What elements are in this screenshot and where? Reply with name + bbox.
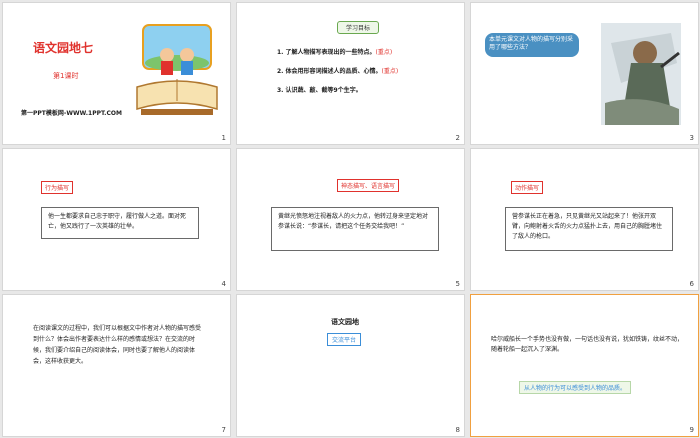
section-heading: 语文园地 [331, 318, 359, 326]
slide-sorter-grid: 语文园地七 第1课时 第一PPT模板网-WWW.1PPT.COM 1 学习目标 … [0, 0, 700, 438]
method-tag: 神态描写、语言描写 [337, 179, 400, 192]
method-tag: 动作描写 [511, 181, 544, 194]
slide-number: 9 [689, 426, 694, 434]
topic-pill: 交流平台 [327, 333, 362, 346]
question-bubble: 本单元课文对人物的描写分别采用了哪些方法？ [485, 33, 579, 57]
slide-thumbnail-4[interactable]: 行为描写 他一生都要求自己忠于职守，履行做人之道。面对死亡，他又践行了一次英雄的… [2, 148, 231, 291]
slide-thumbnail-6[interactable]: 动作描写 营参谋长正在着急，只见黄继光又站起来了！他张开双臂，向鲍射着火舌的火力… [470, 148, 699, 291]
slide-number: 3 [689, 134, 694, 142]
slide-thumbnail-8[interactable]: 语文园地 交流平台 8 [236, 294, 465, 437]
children-reading-book-illustration [136, 24, 218, 115]
slide-number: 5 [455, 280, 460, 288]
slide-number: 2 [455, 134, 460, 142]
slide-thumbnail-3[interactable]: 本单元课文对人物的描写分别采用了哪些方法？ 3 [470, 2, 699, 145]
slide-thumbnail-2[interactable]: 学习目标 1. 了解人物描写表现出的一些特点。(重点) 2. 体会用形容词描述人… [236, 2, 465, 145]
slide-thumbnail-1[interactable]: 语文园地七 第1课时 第一PPT模板网-WWW.1PPT.COM 1 [2, 2, 231, 145]
body-paragraph: 哈尔威船长一个手势也没有做，一句话也没有说，犹如铁铸，纹丝不动，随着轮船一起沉入… [491, 336, 684, 354]
goal-item: 3. 认识蔬、敲、截等9个生字。 [277, 87, 362, 94]
slide-thumbnail-7[interactable]: 在阅读课文的过程中，我们可以根据文中作者对人物的描写感受到什么？体会出作者要表达… [2, 294, 231, 437]
method-tag: 行为描写 [41, 181, 74, 194]
goal-item: 1. 了解人物描写表现出的一些特点。(重点) [277, 49, 393, 56]
slide-number: 8 [455, 426, 460, 434]
section-badge: 学习目标 [337, 21, 380, 34]
summary-note: 从人物的行为可以感受到人物的品质。 [519, 381, 632, 394]
slide-subtitle: 第1课时 [53, 72, 79, 80]
goal-item: 2. 体会用形容词描述人的品质、心情。(重点) [277, 68, 399, 75]
quote-box: 黄继光愤怒地注视着敌人的火力点，他转过身来坚定地对参谋长说：“参谋长，请把这个任… [271, 207, 439, 251]
goal-list: 1. 了解人物描写表现出的一些特点。(重点) 2. 体会用形容词描述人的品质、心… [277, 47, 398, 104]
site-credit: 第一PPT模板网-WWW.1PPT.COM [21, 110, 122, 117]
slide-number: 4 [221, 280, 226, 288]
slide-title: 语文园地七 [33, 41, 94, 55]
quote-box: 他一生都要求自己忠于职守，履行做人之道。面对死亡，他又践行了一次英雄的壮举。 [41, 207, 199, 239]
soldier-illustration [601, 23, 681, 125]
slide-number: 7 [221, 426, 226, 434]
quote-box: 营参谋长正在着急，只见黄继光又站起来了！他张开双臂，向鲍射着火舌的火力点猛扑上去… [505, 207, 673, 251]
slide-number: 1 [221, 134, 226, 142]
slide-thumbnail-5[interactable]: 神态描写、语言描写 黄继光愤怒地注视着敌人的火力点，他转过身来坚定地对参谋长说：… [236, 148, 465, 291]
slide-number: 6 [689, 280, 694, 288]
body-paragraph: 在阅读课文的过程中，我们可以根据文中作者对人物的描写感受到什么？体会出作者要表达… [33, 325, 202, 366]
slide-thumbnail-9[interactable]: 哈尔威船长一个手势也没有做，一句话也没有说，犹如铁铸，纹丝不动，随着轮船一起沉入… [470, 294, 699, 437]
